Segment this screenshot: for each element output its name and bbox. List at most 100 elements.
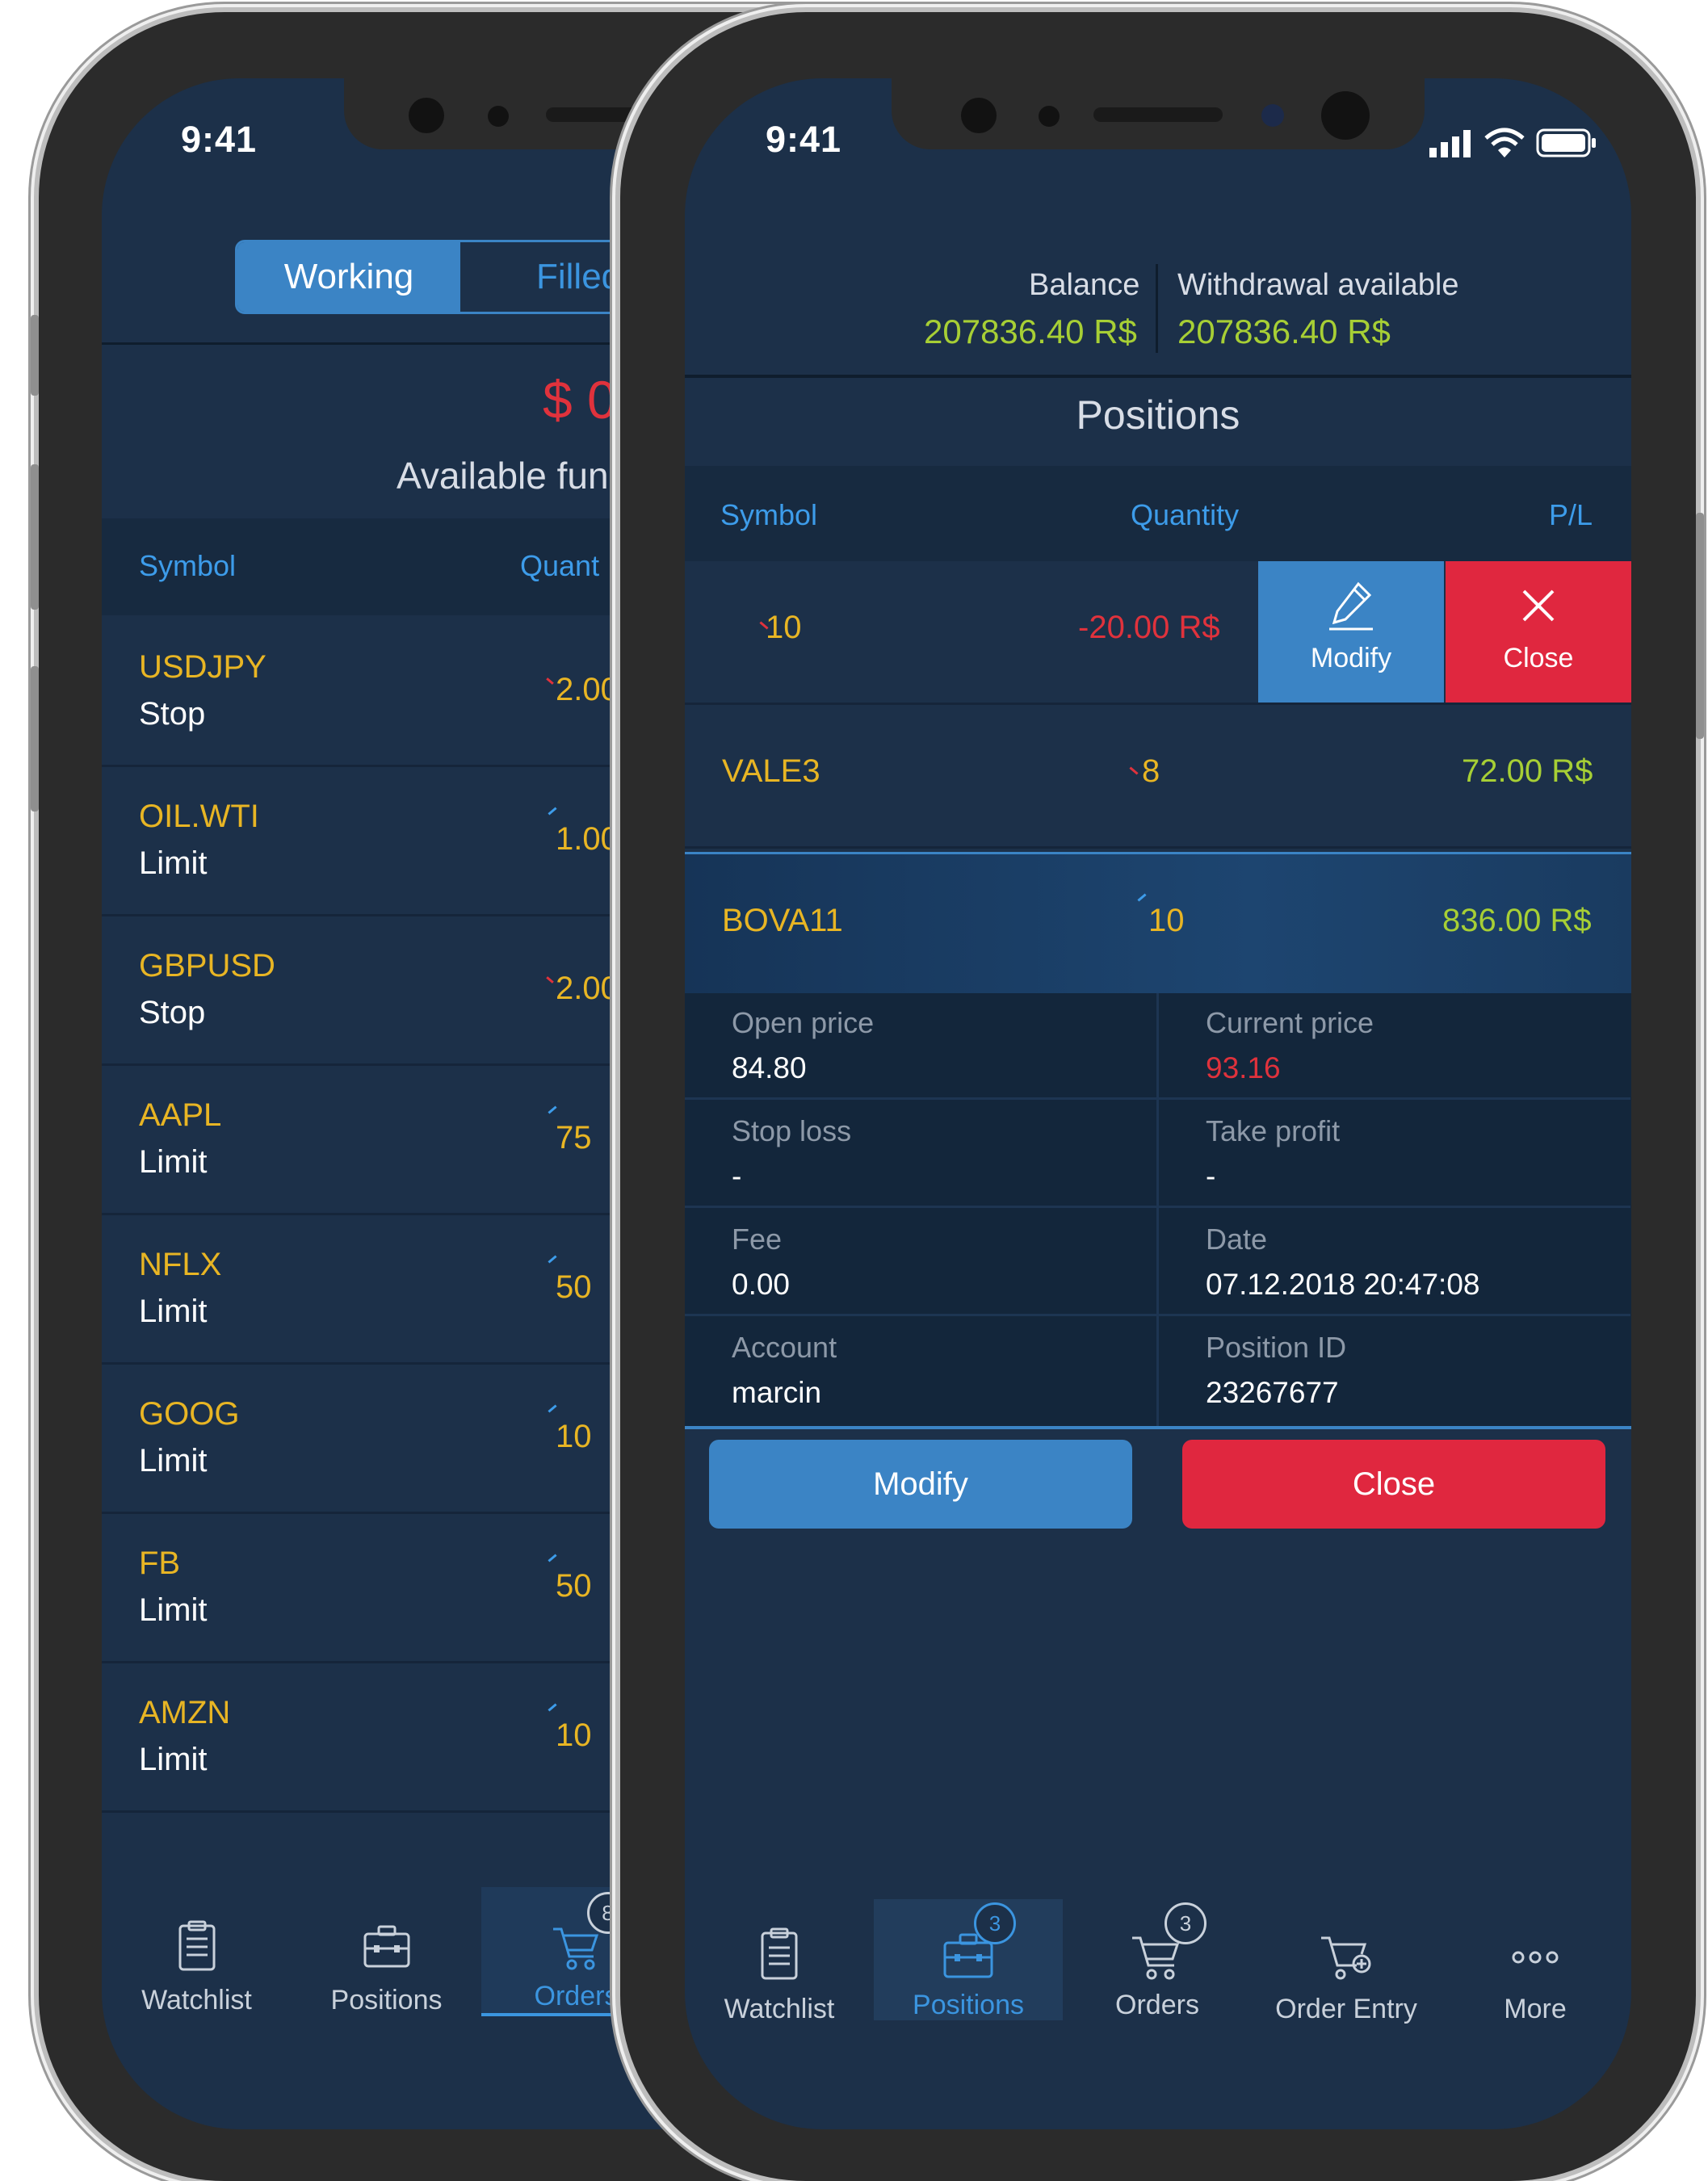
positions-badge: 3: [974, 1902, 1016, 1944]
up-arrow-icon: [1137, 893, 1147, 902]
column-symbol[interactable]: Symbol: [139, 549, 236, 583]
order-quantity: 2.00: [556, 971, 619, 1006]
detail-open-price: Open price 84.80: [685, 993, 1156, 1100]
status-time: 9:41: [181, 119, 258, 160]
mute-switch: [31, 315, 39, 396]
position-qty: 8: [1142, 753, 1160, 789]
close-button[interactable]: Close: [1182, 1440, 1605, 1529]
order-type: Limit: [139, 1294, 208, 1329]
tab-label: Orders: [1115, 1990, 1199, 2020]
position-qty: 10: [766, 610, 802, 645]
detail-label: Fee: [732, 1223, 783, 1256]
order-symbol: GBPUSD: [139, 948, 275, 984]
briefcase-icon: [363, 1925, 409, 1968]
detail-label: Account: [732, 1331, 837, 1364]
order-type: Limit: [139, 845, 208, 881]
status-time: 9:41: [766, 119, 842, 160]
more-dots-icon: [1512, 1951, 1559, 1964]
tab-label: Positions: [913, 1990, 1024, 2020]
front-camera: [409, 98, 444, 133]
order-type: Stop: [139, 995, 206, 1030]
order-symbol: OIL.WTI: [139, 799, 259, 834]
cart-add-icon: [1321, 1936, 1371, 1980]
detail-value: marcin: [732, 1376, 822, 1409]
detail-account: Account marcin: [685, 1318, 1156, 1424]
position-details: Open price 84.80 Current price 93.16 Sto…: [685, 993, 1631, 1429]
right-screen: 9:41 Balance 207836.40 R$ Withdrawal ava…: [685, 78, 1631, 2129]
order-type: Limit: [139, 1592, 208, 1628]
position-row[interactable]: VALE3 8 72.00 R$: [685, 705, 1631, 849]
proximity-sensor: [1261, 104, 1284, 127]
order-symbol: NFLX: [139, 1247, 222, 1282]
detail-value: -: [1206, 1160, 1216, 1193]
detail-date: Date 07.12.2018 20:47:08: [1159, 1210, 1630, 1316]
tab-watchlist[interactable]: Watchlist: [102, 1887, 292, 2016]
tab-orders[interactable]: 3 Orders: [1063, 1899, 1252, 2020]
detail-value: 84.80: [732, 1051, 807, 1084]
position-row-swiped[interactable]: 10 -20.00 R$ Modify Close: [685, 561, 1631, 705]
clipboard-icon: [178, 1920, 215, 1971]
tab-more[interactable]: More: [1441, 1899, 1630, 2024]
tab-watchlist[interactable]: Watchlist: [685, 1899, 874, 2024]
face-id-camera: [1321, 91, 1370, 140]
page-title: Positions: [1076, 392, 1240, 438]
position-pl: 72.00 R$: [1462, 753, 1593, 789]
tab-positions[interactable]: 3 Positions: [874, 1899, 1063, 2020]
tab-working[interactable]: Working: [237, 242, 460, 312]
position-symbol: BOVA11: [722, 903, 843, 938]
order-quantity: 75: [556, 1120, 592, 1156]
detail-value: -: [732, 1160, 742, 1193]
tab-label: Order Entry: [1275, 1994, 1417, 2024]
balance-label: Balance: [1029, 268, 1140, 302]
power-button: [1696, 513, 1704, 739]
order-symbol: USDJPY: [139, 649, 266, 685]
positions-table-header: Symbol Quantity P/L: [685, 466, 1631, 561]
swipe-modify-button[interactable]: Modify: [1258, 561, 1444, 703]
order-symbol: AAPL: [139, 1097, 222, 1133]
signal-icon: [1429, 130, 1471, 157]
swipe-close-button[interactable]: Close: [1446, 561, 1631, 703]
position-qty: 10: [1148, 903, 1185, 938]
front-camera: [961, 98, 997, 133]
tab-order-entry[interactable]: Order Entry: [1252, 1899, 1441, 2024]
detail-fee: Fee 0.00: [685, 1210, 1156, 1316]
order-symbol: GOOG: [139, 1396, 240, 1432]
detail-stop-loss: Stop loss -: [685, 1101, 1156, 1208]
detail-label: Stop loss: [732, 1114, 852, 1147]
detail-label: Open price: [732, 1006, 875, 1039]
orders-badge: 3: [1165, 1902, 1207, 1944]
detail-position-id: Position ID 23267677: [1159, 1318, 1630, 1424]
column-quantity[interactable]: Quant: [520, 549, 599, 583]
column-quantity[interactable]: Quantity: [1131, 498, 1239, 532]
detail-current-price: Current price 93.16: [1159, 993, 1630, 1100]
detail-take-profit: Take profit -: [1159, 1101, 1630, 1208]
column-pl[interactable]: P/L: [1549, 498, 1593, 532]
tab-label: Positions: [330, 1985, 443, 2015]
divider: [685, 375, 1631, 378]
detail-label: Date: [1206, 1223, 1268, 1256]
sensor: [488, 106, 509, 127]
position-symbol: VALE3: [722, 753, 820, 789]
order-quantity: 10: [556, 1419, 592, 1454]
modify-button[interactable]: Modify: [709, 1440, 1132, 1529]
right-tab-bar: Watchlist 3 Positions 3 Orders Order Ent…: [685, 1899, 1631, 2040]
detail-value: 93.16: [1206, 1051, 1281, 1084]
swipe-close-label: Close: [1503, 643, 1574, 673]
position-row-selected[interactable]: BOVA11 10 836.00 R$: [685, 852, 1631, 996]
position-pl: -20.00 R$: [1078, 610, 1220, 645]
detail-label: Take profit: [1206, 1114, 1341, 1147]
withdrawal-value: 207836.40 R$: [1177, 312, 1391, 350]
volume-down-button: [31, 666, 39, 812]
phone-right: 9:41 Balance 207836.40 R$ Withdrawal ava…: [620, 12, 1704, 2181]
column-symbol[interactable]: Symbol: [720, 498, 817, 532]
order-quantity: 1.00: [556, 821, 619, 857]
order-symbol: FB: [139, 1546, 181, 1581]
order-symbol: AMZN: [139, 1695, 231, 1730]
tab-label: Watchlist: [141, 1985, 252, 2015]
order-quantity: 10: [556, 1718, 592, 1753]
order-type: Stop: [139, 696, 206, 732]
clipboard-icon: [761, 1927, 798, 1980]
detail-value: 0.00: [732, 1268, 791, 1301]
order-type: Limit: [139, 1144, 208, 1180]
tab-positions[interactable]: Positions: [292, 1887, 481, 2016]
